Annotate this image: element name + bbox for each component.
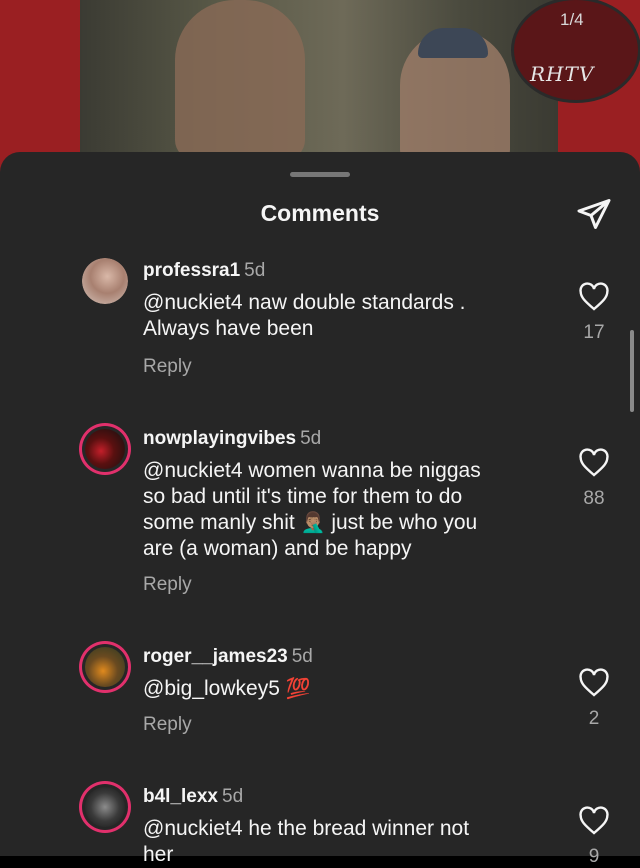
timestamp: 5d xyxy=(244,260,266,281)
scrollbar[interactable] xyxy=(630,330,634,412)
comment-fragment: some manly shit xyxy=(143,511,295,534)
timestamp: 5d xyxy=(291,646,313,667)
comment-header: professra1 5d xyxy=(143,260,265,282)
avatar[interactable] xyxy=(82,784,128,830)
comment-line: @big_lowkey5 💯 xyxy=(143,676,543,702)
comment-text: @nuckiet4 naw double standards . Always … xyxy=(143,290,543,342)
like-count: 9 xyxy=(588,846,600,867)
avatar[interactable] xyxy=(82,644,128,690)
comment-line: Always have been xyxy=(143,317,314,340)
reply-button[interactable]: Reply xyxy=(143,356,192,378)
comment-fragment: just be who you xyxy=(331,511,478,534)
heart-icon[interactable] xyxy=(578,448,610,478)
heart-icon[interactable] xyxy=(578,668,610,698)
username[interactable]: roger__james23 xyxy=(143,646,288,667)
comment-header: roger__james23 5d xyxy=(143,646,313,668)
comment-line: @nuckiet4 naw double standards . xyxy=(143,291,466,314)
drag-handle[interactable] xyxy=(290,172,350,177)
avatar[interactable] xyxy=(82,426,128,472)
send-icon[interactable] xyxy=(576,196,612,232)
comments-sheet: Comments professra1 5d @nuckiet4 naw doub… xyxy=(0,152,640,867)
username[interactable]: nowplayingvibes xyxy=(143,428,296,449)
comment-line: are (a woman) and be happy xyxy=(143,537,412,560)
cap xyxy=(418,28,488,58)
sheet-title: Comments xyxy=(260,200,380,226)
comment-header: b4l_lexx 5d xyxy=(143,786,243,808)
comment-line: some manly shit 🤦🏽‍♂️ just be who you xyxy=(143,510,543,536)
username[interactable]: b4l_lexx xyxy=(143,786,218,807)
comment-text: @big_lowkey5 💯 xyxy=(143,676,543,702)
comment-line: her xyxy=(143,843,174,866)
avatar[interactable] xyxy=(82,258,128,304)
heart-icon[interactable] xyxy=(578,282,610,312)
comment-line: @nuckiet4 women wanna be niggas xyxy=(143,459,481,482)
person-figure xyxy=(175,0,305,160)
comment-line: @nuckiet4 he the bread winner not xyxy=(143,817,470,840)
like-count: 2 xyxy=(588,708,600,729)
username[interactable]: professra1 xyxy=(143,260,240,281)
reply-button[interactable]: Reply xyxy=(143,714,192,736)
media-counter: 1/4 xyxy=(560,10,584,29)
facepalm-emoji: 🤦🏽‍♂️ xyxy=(300,512,326,534)
comment-header: nowplayingvibes 5d xyxy=(143,428,321,450)
comment-line: so bad until it's time for them to do xyxy=(143,485,463,508)
like-count: 88 xyxy=(583,488,605,509)
timestamp: 5d xyxy=(300,428,322,449)
like-count: 17 xyxy=(583,322,605,343)
reply-button[interactable]: Reply xyxy=(143,574,192,596)
mention-link[interactable]: @big_lowkey5 xyxy=(143,677,280,700)
comment-text: @nuckiet4 he the bread winner not her xyxy=(143,816,543,868)
hundred-emoji: 💯 xyxy=(285,678,311,700)
comment-text: @nuckiet4 women wanna be niggas so bad u… xyxy=(143,458,543,562)
heart-icon[interactable] xyxy=(578,806,610,836)
brand-watermark: RHTV xyxy=(530,62,595,86)
timestamp: 5d xyxy=(222,786,244,807)
